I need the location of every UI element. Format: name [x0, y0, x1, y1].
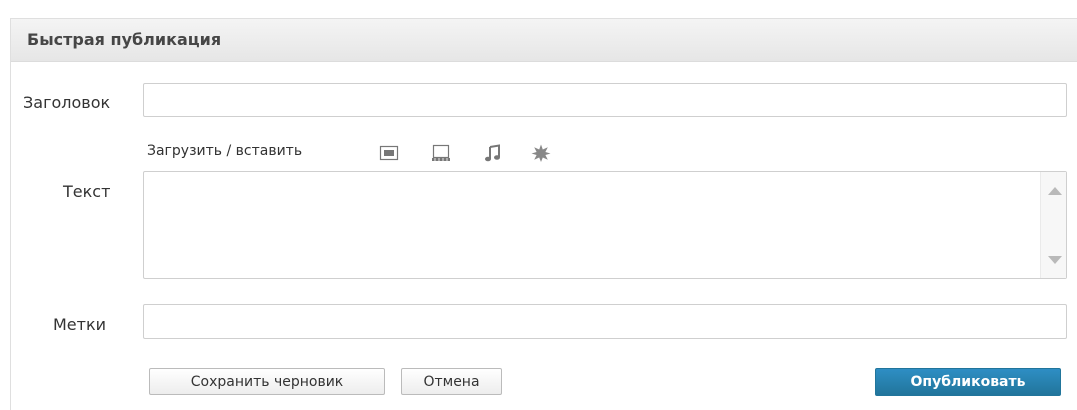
text-label: Текст	[63, 182, 111, 201]
media-upload-label: Загрузить / вставить	[147, 143, 303, 159]
text-input[interactable]	[144, 172, 1039, 278]
widget-header[interactable]: Быстрая публикация	[11, 19, 1077, 62]
title-input[interactable]	[143, 83, 1067, 117]
widget-title: Быстрая публикация	[27, 30, 222, 49]
scroll-down-icon[interactable]	[1048, 256, 1062, 264]
scroll-up-icon[interactable]	[1048, 187, 1062, 195]
publish-button[interactable]: Опубликовать	[875, 368, 1061, 396]
tags-input[interactable]	[143, 304, 1067, 339]
image-icon[interactable]	[379, 144, 399, 162]
cancel-button[interactable]: Отмена	[401, 368, 502, 395]
text-scrollbar[interactable]	[1040, 172, 1066, 278]
tags-label: Метки	[53, 315, 107, 334]
text-editor	[143, 171, 1067, 279]
quick-press-widget: Быстрая публикация Заголовок Загрузить /…	[10, 18, 1077, 410]
audio-icon[interactable]	[483, 144, 503, 162]
save-draft-button[interactable]: Сохранить черновик	[149, 368, 385, 395]
media-icon[interactable]	[531, 144, 551, 162]
title-label: Заголовок	[23, 93, 111, 112]
cropped-heading-strip	[0, 0, 1077, 10]
video-icon[interactable]	[431, 144, 451, 162]
